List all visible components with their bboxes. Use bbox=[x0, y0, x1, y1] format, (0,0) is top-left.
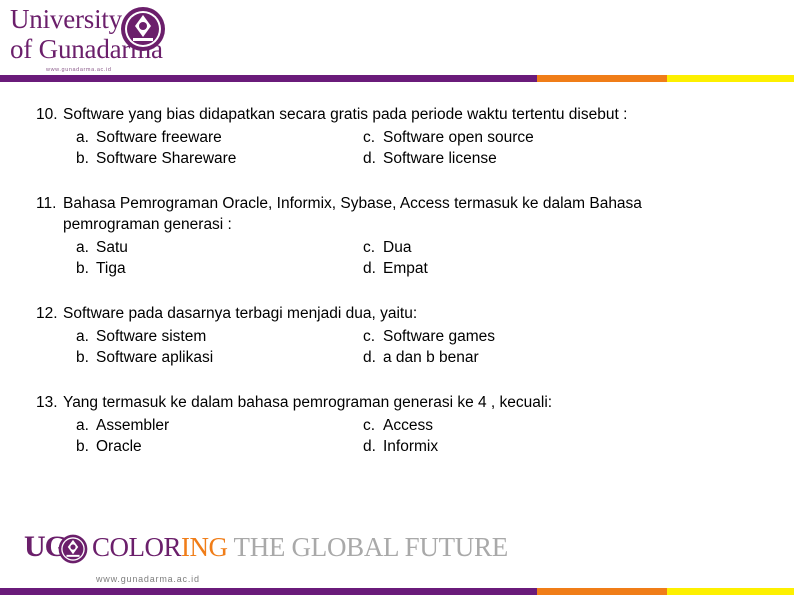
footer-url: www.gunadarma.ac.id bbox=[96, 574, 200, 584]
gunadarma-emblem-icon bbox=[58, 534, 88, 564]
option-label: a. bbox=[76, 417, 89, 434]
options-group: a. Satu c. Dua b. Tiga d. Empat bbox=[36, 237, 762, 279]
header-divider-rule bbox=[0, 75, 794, 82]
option-item: c. Software open source bbox=[363, 127, 762, 148]
option-label: a. bbox=[76, 328, 89, 345]
options-group: a. Assembler c. Access b. Oracle d. Informix bbox=[36, 415, 762, 457]
option-text: Access bbox=[383, 417, 433, 434]
option-text: a dan b benar bbox=[383, 349, 479, 366]
question-line: 10. Software yang bias didapatkan secara… bbox=[36, 104, 762, 125]
footer-tagline-text: THE GLOBAL FUTURE bbox=[233, 531, 509, 562]
question-line: 12. Software pada dasarnya terbagi menja… bbox=[36, 303, 762, 324]
slide-footer: UG COLORING THE GLOBAL FUTURE www.gunada… bbox=[0, 520, 794, 595]
footer-color-part: COLOR bbox=[92, 531, 182, 562]
option-row: a. Assembler c. Access bbox=[76, 415, 762, 436]
option-text: Oracle bbox=[96, 438, 142, 455]
option-label: c. bbox=[363, 239, 376, 256]
rule-segment-yellow bbox=[667, 75, 794, 82]
option-label: b. bbox=[76, 349, 89, 366]
option-label: c. bbox=[363, 129, 376, 146]
question-number: 11. bbox=[36, 195, 57, 212]
question-text: Yang termasuk ke dalam bahasa pemrograma… bbox=[63, 394, 553, 411]
question-block: 12. Software pada dasarnya terbagi menja… bbox=[36, 303, 762, 368]
option-label: c. bbox=[363, 417, 376, 434]
question-number: 13. bbox=[36, 394, 58, 411]
option-item: b. Oracle bbox=[76, 436, 363, 457]
option-text: Informix bbox=[383, 438, 439, 455]
question-line: 13. Yang termasuk ke dalam bahasa pemrog… bbox=[36, 392, 762, 413]
option-text: Software license bbox=[383, 150, 497, 167]
option-text: Software freeware bbox=[96, 129, 222, 146]
option-text: Software open source bbox=[383, 129, 534, 146]
question-block: 10. Software yang bias didapatkan secara… bbox=[36, 104, 762, 169]
option-item: a. Software sistem bbox=[76, 326, 363, 347]
footer-ing-part: ING bbox=[181, 531, 228, 562]
gunadarma-emblem-icon bbox=[120, 6, 166, 52]
question-number: 10. bbox=[36, 106, 58, 123]
option-label: d. bbox=[363, 150, 376, 167]
option-label: b. bbox=[76, 260, 89, 277]
slide-content: 10. Software yang bias didapatkan secara… bbox=[36, 104, 762, 481]
rule-segment-yellow bbox=[667, 588, 794, 595]
footer-divider-rule bbox=[0, 588, 794, 595]
rule-segment-orange bbox=[537, 75, 667, 82]
option-label: a. bbox=[76, 129, 89, 146]
option-label: c. bbox=[363, 328, 376, 345]
option-text: Satu bbox=[96, 239, 128, 256]
rule-segment-purple bbox=[0, 588, 537, 595]
option-label: d. bbox=[363, 349, 376, 366]
question-block: 11. Bahasa Pemrograman Oracle, Informix,… bbox=[36, 193, 762, 279]
option-item: b. Software aplikasi bbox=[76, 347, 363, 368]
footer-coloring-text: COLORING bbox=[92, 532, 228, 563]
option-label: a. bbox=[76, 239, 89, 256]
option-row: b. Tiga d. Empat bbox=[76, 258, 762, 279]
option-text: Empat bbox=[383, 260, 428, 277]
question-text: Software yang bias didapatkan secara gra… bbox=[63, 106, 628, 123]
option-row: a. Software sistem c. Software games bbox=[76, 326, 762, 347]
question-block: 13. Yang termasuk ke dalam bahasa pemrog… bbox=[36, 392, 762, 457]
option-text: Software sistem bbox=[96, 328, 207, 345]
option-item: d. Empat bbox=[363, 258, 762, 279]
option-row: b. Oracle d. Informix bbox=[76, 436, 762, 457]
option-row: b. Software aplikasi d. a dan b benar bbox=[76, 347, 762, 368]
option-item: b. Software Shareware bbox=[76, 148, 363, 169]
option-item: b. Tiga bbox=[76, 258, 363, 279]
option-label: d. bbox=[363, 260, 376, 277]
logo-url: www.gunadarma.ac.id bbox=[46, 67, 112, 73]
question-line: 11. Bahasa Pemrograman Oracle, Informix,… bbox=[36, 193, 762, 214]
option-row: a. Satu c. Dua bbox=[76, 237, 762, 258]
option-text: Software aplikasi bbox=[96, 349, 214, 366]
university-logo: University of Gunadarma www.gunadarma.ac… bbox=[10, 4, 230, 76]
option-text: Software games bbox=[383, 328, 495, 345]
question-number: 12. bbox=[36, 305, 58, 322]
option-item: a. Satu bbox=[76, 237, 363, 258]
option-item: a. Assembler bbox=[76, 415, 363, 436]
option-item: d. a dan b benar bbox=[363, 347, 762, 368]
option-item: d. Software license bbox=[363, 148, 762, 169]
option-item: c. Dua bbox=[363, 237, 762, 258]
option-text: Assembler bbox=[96, 417, 170, 434]
question-text: Software pada dasarnya terbagi menjadi d… bbox=[63, 305, 418, 322]
options-group: a. Software sistem c. Software games b. Sof… bbox=[36, 326, 762, 368]
footer-brand-lockup: UG COLORING THE GLOBAL FUTURE bbox=[24, 529, 508, 565]
question-text: Bahasa Pemrograman Oracle, Informix, Syb… bbox=[63, 195, 642, 212]
options-group: a. Software freeware c. Software open sour… bbox=[36, 127, 762, 169]
option-label: d. bbox=[363, 438, 376, 455]
option-item: c. Access bbox=[363, 415, 762, 436]
option-item: d. Informix bbox=[363, 436, 762, 457]
option-text: Tiga bbox=[96, 260, 126, 277]
question-continuation: pemrograman generasi : bbox=[63, 216, 232, 233]
option-item: a. Software freeware bbox=[76, 127, 363, 148]
option-text: Software Shareware bbox=[96, 150, 237, 167]
option-row: b. Software Shareware d. Software license bbox=[76, 148, 762, 169]
option-label: b. bbox=[76, 150, 89, 167]
option-item: c. Software games bbox=[363, 326, 762, 347]
slide-header: University of Gunadarma www.gunadarma.ac… bbox=[0, 0, 794, 82]
rule-segment-orange bbox=[537, 588, 667, 595]
option-label: b. bbox=[76, 438, 89, 455]
option-text: Dua bbox=[383, 239, 412, 256]
rule-segment-purple bbox=[0, 75, 537, 82]
option-row: a. Software freeware c. Software open sour… bbox=[76, 127, 762, 148]
